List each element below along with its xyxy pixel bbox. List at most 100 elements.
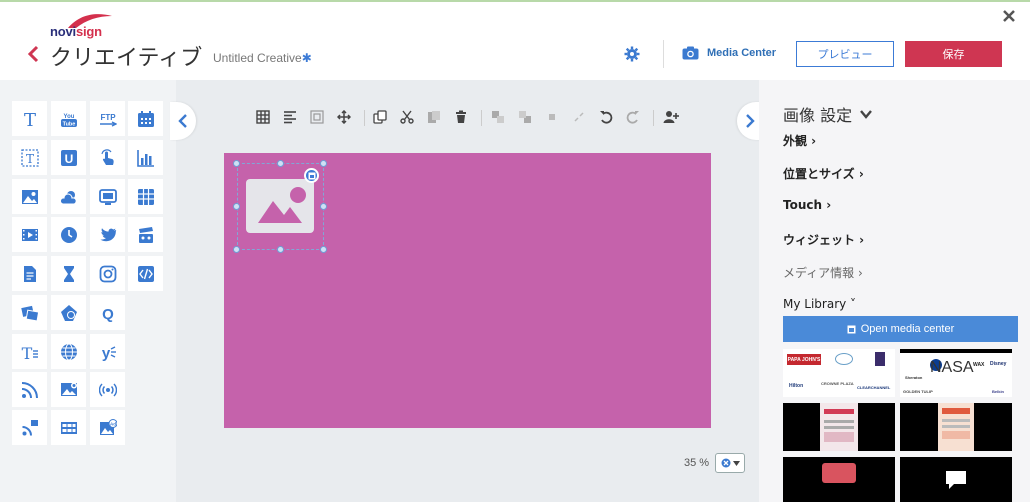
send-backward-icon[interactable] [518, 110, 534, 126]
resize-handle[interactable] [320, 203, 327, 210]
tool-instagram-button[interactable] [90, 256, 125, 291]
library-thumbnail[interactable] [900, 403, 1012, 451]
redo-icon[interactable] [626, 110, 642, 126]
flyer-preview [820, 403, 858, 451]
resize-handle[interactable] [233, 203, 240, 210]
tool-weather-button[interactable] [51, 179, 86, 214]
resize-handle[interactable] [277, 160, 284, 167]
tool-clock-button[interactable] [51, 217, 86, 252]
add-user-icon[interactable] [663, 110, 679, 126]
open-media-center-button[interactable]: Open media center [783, 316, 1018, 342]
align-icon[interactable] [283, 110, 299, 126]
chevron-left-icon [178, 114, 187, 128]
tool-rss-feed-button[interactable] [12, 410, 47, 445]
tool-image-rss-button[interactable] [51, 372, 86, 407]
section-appearance[interactable]: 外観 › [783, 132, 816, 149]
image-rss-icon [60, 382, 77, 396]
svg-text:U: U [64, 152, 73, 166]
tool-twitter-button[interactable] [90, 217, 125, 252]
shrink-icon[interactable] [572, 110, 588, 126]
tool-q-widget-button[interactable]: Q [90, 295, 125, 330]
section-widget[interactable]: ウィジェット › [783, 231, 864, 248]
resize-handle[interactable] [233, 160, 240, 167]
toolbar-separator [481, 110, 482, 126]
cut-icon[interactable] [400, 110, 416, 126]
tool-clapperboard-button[interactable] [128, 217, 163, 252]
ftp-icon: FTP [99, 113, 117, 127]
tool-image-ad-button[interactable]: Ad [90, 410, 125, 445]
tool-hourglass-button[interactable] [51, 256, 86, 291]
html-code-icon [137, 265, 154, 282]
delete-icon[interactable] [454, 110, 470, 126]
section-my-library[interactable]: My Library ˅ [783, 297, 856, 311]
svg-text:T: T [25, 152, 33, 166]
section-position-size[interactable]: 位置とサイズ › [783, 165, 864, 182]
clapperboard-icon [138, 226, 153, 243]
chevron-down-icon[interactable] [860, 106, 872, 124]
paste-icon[interactable] [427, 110, 443, 126]
move-icon[interactable] [336, 109, 353, 126]
tool-image-button[interactable] [12, 179, 47, 214]
rss-icon [21, 381, 38, 398]
back-button[interactable] [26, 45, 42, 65]
resize-handle[interactable] [320, 160, 327, 167]
tool-text-box-button[interactable]: T [12, 140, 47, 175]
library-thumbnail[interactable]: Sheraton NASA WAX GOLDEN TULIP Disney Be… [900, 349, 1012, 397]
tool-globe-button[interactable] [51, 334, 86, 369]
tool-u-widget-button[interactable]: U [51, 140, 86, 175]
center-icon[interactable] [545, 110, 561, 126]
section-media-info[interactable]: メディア情報 › [783, 264, 863, 281]
section-touch[interactable]: Touch › [783, 198, 831, 212]
tool-calendar-button[interactable] [128, 101, 163, 136]
bring-forward-icon[interactable] [491, 110, 507, 126]
grid-icon[interactable] [256, 110, 272, 126]
tool-shapes-button[interactable] [51, 295, 86, 330]
library-thumbnail[interactable] [783, 403, 895, 451]
tool-youtube-button[interactable]: You Tube [51, 101, 86, 136]
resize-handle[interactable] [277, 246, 284, 253]
tool-text-button[interactable]: T [12, 101, 47, 136]
tool-touch-button[interactable] [90, 140, 125, 175]
zoom-select[interactable] [715, 453, 745, 473]
tool-ftp-button[interactable]: FTP [90, 101, 125, 136]
tool-html-code-button[interactable] [128, 256, 163, 291]
chevron-left-icon [27, 45, 39, 63]
zoom-label: 35 % [684, 457, 710, 469]
tool-slideshow-button[interactable] [12, 295, 47, 330]
library-thumbnail[interactable] [783, 457, 895, 502]
tool-rss-button[interactable] [12, 372, 47, 407]
tool-scrolling-text-button[interactable]: T [12, 334, 47, 369]
undo-icon[interactable] [599, 110, 615, 126]
tool-video-stream-button[interactable] [51, 410, 86, 445]
tool-video-button[interactable] [12, 217, 47, 252]
media-center-button[interactable]: Media Center [682, 46, 776, 60]
tool-screen-button[interactable] [90, 179, 125, 214]
library-thumbnail[interactable]: PAPA JOHN'S Hilton CROWNE PLAZA CLEARCHA… [783, 349, 895, 397]
touch-icon [100, 148, 114, 165]
u-widget-icon: U [60, 149, 77, 166]
close-icon[interactable] [1003, 9, 1017, 23]
tool-document-button[interactable] [12, 256, 47, 291]
library-thumbnail[interactable] [900, 457, 1012, 502]
tool-bar-chart-button[interactable] [128, 140, 163, 175]
tool-broadcast-button[interactable] [90, 372, 125, 407]
save-button[interactable]: 保存 [905, 41, 1002, 67]
logo-crowne-plaza: CROWNE PLAZA [821, 381, 854, 386]
slideshow-icon [20, 305, 39, 322]
resize-handle[interactable] [320, 246, 327, 253]
settings-gear-icon[interactable] [624, 46, 640, 62]
preview-button[interactable]: プレビュー [796, 41, 894, 67]
tool-yammer-button[interactable]: y [90, 334, 125, 369]
media-badge-icon[interactable] [304, 168, 319, 183]
svg-text:Q: Q [102, 306, 114, 322]
scrolling-text-icon: T [21, 344, 38, 361]
duplicate-icon[interactable] [373, 110, 389, 126]
toolbar-separator [653, 110, 654, 126]
fit-frame-icon[interactable] [310, 110, 326, 126]
caret-down-icon [732, 460, 740, 466]
image-ad-icon: Ad [99, 418, 117, 435]
resize-handle[interactable] [233, 246, 240, 253]
hourglass-icon [63, 265, 74, 282]
creative-name[interactable]: Untitled Creative✱ [213, 51, 312, 65]
tool-table-button[interactable] [128, 179, 163, 214]
